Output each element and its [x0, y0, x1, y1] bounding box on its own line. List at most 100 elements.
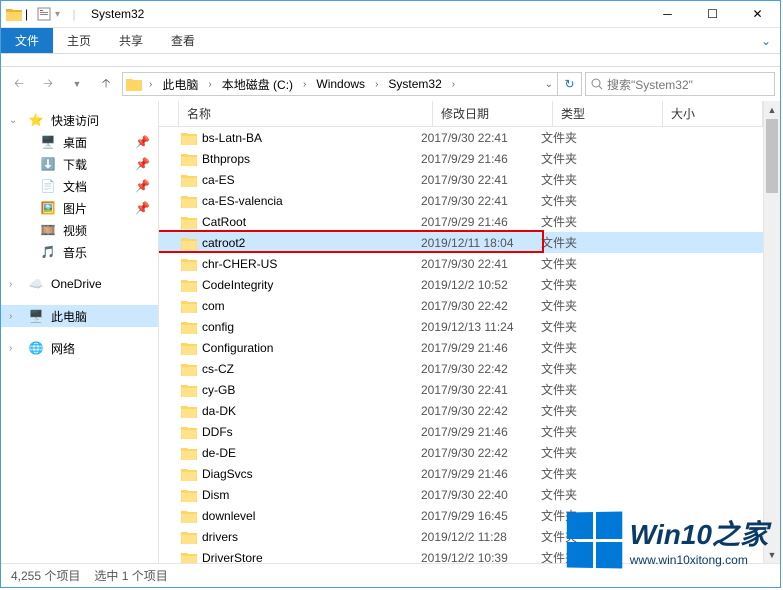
- table-row[interactable]: Configuration2017/9/29 21:46文件夹: [159, 337, 763, 358]
- column-name[interactable]: 名称: [179, 101, 433, 126]
- table-row[interactable]: Dism2017/9/30 22:40文件夹: [159, 484, 763, 505]
- sidebar-item[interactable]: ⬇️下载📌: [1, 153, 158, 175]
- table-row[interactable]: drivers2019/12/2 11:28文件夹: [159, 526, 763, 547]
- sidebar-item[interactable]: 🖼️图片📌: [1, 197, 158, 219]
- recent-dropdown[interactable]: ▼: [64, 71, 90, 97]
- file-date: 2017/9/30 22:42: [413, 446, 533, 460]
- up-button[interactable]: 🡡: [93, 71, 119, 97]
- search-placeholder: 搜索"System32": [607, 76, 693, 93]
- scroll-down-icon[interactable]: ▼: [764, 546, 780, 563]
- computer-icon: 🖥️: [27, 307, 45, 325]
- table-row[interactable]: da-DK2017/9/30 22:42文件夹: [159, 400, 763, 421]
- file-type: 文件夹: [533, 234, 643, 251]
- table-row[interactable]: CodeIntegrity2019/12/2 10:52文件夹: [159, 274, 763, 295]
- titlebar: | ▾ | System32 ─ ☐ ✕: [1, 1, 780, 28]
- table-row[interactable]: DDFs2017/9/29 21:46文件夹: [159, 421, 763, 442]
- back-button[interactable]: 🡠: [6, 71, 32, 97]
- table-row[interactable]: DriverStore2019/12/2 10:39文件夹: [159, 547, 763, 563]
- file-date: 2017/9/29 21:46: [413, 152, 533, 166]
- expand-icon[interactable]: ⌄: [9, 115, 21, 126]
- crumb-system32[interactable]: System32: [382, 77, 447, 91]
- expand-icon[interactable]: ›: [9, 279, 21, 290]
- sidebar-item[interactable]: 🎵 音乐: [1, 241, 158, 263]
- file-type: 文件夹: [533, 423, 643, 440]
- table-row[interactable]: CatRoot2017/9/29 21:46文件夹: [159, 211, 763, 232]
- table-row[interactable]: de-DE2017/9/30 22:42文件夹: [159, 442, 763, 463]
- crumb-thispc[interactable]: 此电脑: [156, 76, 204, 93]
- file-name: com: [202, 299, 225, 313]
- folder-icon: [181, 509, 197, 523]
- minimize-button[interactable]: ─: [645, 1, 690, 28]
- music-icon: 🎵: [39, 243, 57, 261]
- table-row[interactable]: DiagSvcs2017/9/29 21:46文件夹: [159, 463, 763, 484]
- folder-icon: [181, 257, 197, 271]
- explorer-icon: [5, 5, 23, 23]
- file-date: 2017/9/30 22:41: [413, 173, 533, 187]
- properties-icon[interactable]: [35, 5, 53, 23]
- status-count: 4,255 个项目: [11, 567, 80, 584]
- crumb-drive[interactable]: 本地磁盘 (C:): [216, 76, 299, 93]
- file-name: CatRoot: [202, 215, 246, 229]
- chevron-right-icon[interactable]: ›: [204, 79, 215, 90]
- address-dropdown[interactable]: ⌄: [541, 79, 557, 90]
- table-row[interactable]: Bthprops 2017/9/29 21:46文件夹: [159, 148, 763, 169]
- file-name: cs-CZ: [202, 362, 234, 376]
- file-name: chr-CHER-US: [202, 257, 277, 271]
- sidebar-network[interactable]: › 🌐 网络: [1, 337, 158, 359]
- file-name: Bthprops: [202, 152, 250, 166]
- ribbon-expand-icon[interactable]: ⌄: [752, 28, 780, 53]
- chevron-right-icon[interactable]: ›: [371, 79, 382, 90]
- scroll-up-icon[interactable]: ▲: [764, 101, 780, 118]
- search-input[interactable]: 搜索"System32": [585, 72, 775, 96]
- file-date: 2019/12/2 11:28: [413, 530, 533, 544]
- column-size[interactable]: 大小: [663, 101, 763, 126]
- vertical-scrollbar[interactable]: ▲ ▼: [763, 101, 780, 563]
- table-row[interactable]: bs-Latn-BA2017/9/30 22:41文件夹: [159, 127, 763, 148]
- file-list: bs-Latn-BA2017/9/30 22:41文件夹 Bthprops 2017…: [159, 127, 763, 563]
- file-type: 文件夹: [533, 150, 643, 167]
- sidebar-item[interactable]: 📄文档📌: [1, 175, 158, 197]
- refresh-button[interactable]: ↻: [557, 73, 581, 95]
- table-row[interactable]: downlevel2017/9/29 16:45文件夹: [159, 505, 763, 526]
- table-row[interactable]: ca-ES-valencia2017/9/30 22:41文件夹: [159, 190, 763, 211]
- column-type[interactable]: 类型: [553, 101, 663, 126]
- close-button[interactable]: ✕: [735, 1, 780, 28]
- chevron-right-icon[interactable]: ›: [448, 79, 459, 90]
- table-row[interactable]: chr-CHER-US2017/9/30 22:41文件夹: [159, 253, 763, 274]
- table-row[interactable]: config2019/12/13 11:24文件夹: [159, 316, 763, 337]
- expand-icon[interactable]: ›: [9, 343, 21, 354]
- tab-home[interactable]: 主页: [53, 28, 105, 53]
- folder-icon: [181, 362, 197, 376]
- video-icon: 🎞️: [39, 221, 57, 239]
- table-row[interactable]: cy-GB2017/9/30 22:41文件夹: [159, 379, 763, 400]
- file-name: Configuration: [202, 341, 273, 355]
- scroll-thumb[interactable]: [766, 119, 778, 193]
- table-row[interactable]: cs-CZ2017/9/30 22:42文件夹: [159, 358, 763, 379]
- file-type: 文件夹: [533, 528, 643, 545]
- forward-button[interactable]: 🡢: [35, 71, 61, 97]
- tab-view[interactable]: 查看: [157, 28, 209, 53]
- sidebar-onedrive[interactable]: › ☁️ OneDrive: [1, 273, 158, 295]
- sidebar-item-label: 音乐: [63, 244, 87, 261]
- chevron-right-icon[interactable]: ›: [299, 79, 310, 90]
- file-name: cy-GB: [202, 383, 235, 397]
- sidebar-item[interactable]: 🎞️视频: [1, 219, 158, 241]
- tab-share[interactable]: 共享: [105, 28, 157, 53]
- document-icon: 📄: [39, 177, 57, 195]
- table-row[interactable]: ca-ES2017/9/30 22:41文件夹: [159, 169, 763, 190]
- address-bar[interactable]: › 此电脑› 本地磁盘 (C:)› Windows› System32› ⌄ ↻: [122, 72, 582, 96]
- chevron-right-icon[interactable]: ›: [145, 79, 156, 90]
- file-tab[interactable]: 文件: [1, 28, 53, 53]
- sidebar-thispc[interactable]: › 🖥️ 此电脑: [1, 305, 158, 327]
- file-name: de-DE: [202, 446, 236, 460]
- table-row[interactable]: com2017/9/30 22:42文件夹: [159, 295, 763, 316]
- column-date[interactable]: 修改日期: [433, 101, 553, 126]
- sidebar-item[interactable]: 🖥️桌面📌: [1, 131, 158, 153]
- folder-icon: [181, 551, 197, 564]
- crumb-windows[interactable]: Windows: [310, 77, 371, 91]
- file-date: 2017/9/30 22:40: [413, 488, 533, 502]
- expand-icon[interactable]: ›: [9, 311, 21, 322]
- sidebar-quickaccess[interactable]: ⌄ ⭐ 快速访问: [1, 109, 158, 131]
- maximize-button[interactable]: ☐: [690, 1, 735, 28]
- table-row[interactable]: catroot22019/12/11 18:04文件夹: [159, 232, 763, 253]
